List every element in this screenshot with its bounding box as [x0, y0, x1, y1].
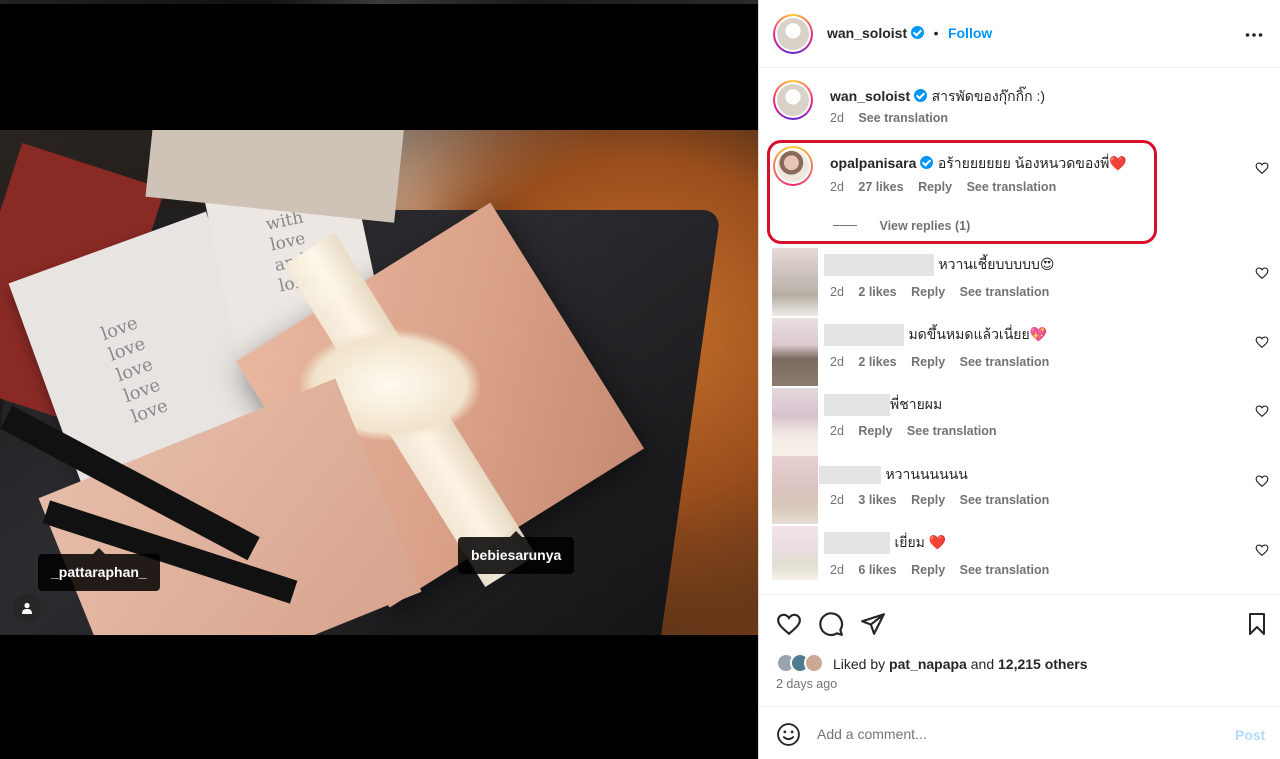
comment-time: 2d [830, 180, 844, 194]
follow-button[interactable]: Follow [948, 25, 992, 41]
like-comment-heart-icon[interactable] [1255, 161, 1269, 175]
comment-time: 2d [830, 424, 844, 438]
post-media: lovelovelovelovelove withloveandlong _pa… [0, 0, 758, 759]
reply-button[interactable]: Reply [911, 493, 945, 507]
blurred-avatar [772, 248, 818, 316]
view-replies-line [833, 225, 857, 227]
caption-time: 2d [830, 111, 844, 125]
top-image-strip [0, 0, 758, 4]
post-sidebar: wan_soloist • Follow wan_soloist สารพัดข… [758, 0, 1280, 759]
comment-text: มดขึ้นหมดแล้วเนี่ยย💖 [908, 326, 1048, 343]
comment-bubble-icon[interactable] [818, 611, 844, 637]
blurred-username [819, 465, 881, 484]
comment-time: 2d [830, 355, 844, 369]
comment-likes[interactable]: 2 likes [858, 355, 896, 369]
verified-badge-icon [920, 156, 934, 169]
post-comment-button[interactable]: Post [1235, 727, 1265, 743]
reply-button[interactable]: Reply [911, 563, 945, 577]
like-comment-heart-icon[interactable] [1255, 266, 1269, 280]
user-tag-label: bebiesarunya [471, 547, 562, 563]
view-replies-label: View replies (1) [879, 219, 971, 233]
blurred-avatar [772, 388, 818, 456]
like-comment-heart-icon[interactable] [1255, 404, 1269, 418]
comment-bar: Post [759, 706, 1280, 759]
share-send-icon[interactable] [860, 611, 886, 637]
comment-username[interactable]: opalpanisara [830, 155, 916, 171]
caption-text: สารพัดของกุ๊กกิ๊ก :) [931, 88, 1046, 104]
like-comment-heart-icon[interactable] [1255, 543, 1269, 557]
more-horizontal-icon[interactable] [1245, 26, 1263, 44]
emoji-icon[interactable] [776, 722, 801, 747]
comment-input[interactable] [817, 719, 1197, 749]
reply-button[interactable]: Reply [911, 285, 945, 299]
show-tags-button[interactable] [13, 594, 41, 622]
author-avatar[interactable] [773, 14, 813, 54]
post-header: wan_soloist • Follow [759, 0, 1280, 68]
user-tag-pattaraphan[interactable]: _pattaraphan_ [38, 548, 160, 591]
view-replies-button[interactable]: View replies (1) [833, 217, 970, 235]
comment-likes[interactable]: 27 likes [858, 180, 903, 194]
person-icon [22, 602, 32, 614]
see-translation-button[interactable]: See translation [960, 285, 1050, 299]
blurred-username [824, 254, 934, 276]
like-comment-heart-icon[interactable] [1255, 474, 1269, 488]
commenter-avatar[interactable] [773, 146, 813, 186]
like-heart-icon[interactable] [776, 611, 802, 637]
comment-text: หวานนนนนน [885, 466, 968, 482]
post-date[interactable]: 2 days ago [776, 677, 837, 691]
author-username[interactable]: wan_soloist [827, 25, 907, 41]
comment-time: 2d [830, 493, 844, 507]
comment-likes[interactable]: 6 likes [858, 563, 896, 577]
caption-username[interactable]: wan_soloist [830, 88, 910, 104]
verified-badge-icon [914, 89, 928, 102]
see-translation-button[interactable]: See translation [960, 563, 1050, 577]
liked-by-avatars[interactable] [776, 653, 832, 673]
blurred-username [824, 324, 904, 346]
user-tag-bebiesarunya[interactable]: bebiesarunya [458, 531, 575, 574]
reply-button[interactable]: Reply [918, 180, 952, 194]
see-translation-button[interactable]: See translation [967, 180, 1057, 194]
comment-likes[interactable]: 2 likes [858, 285, 896, 299]
comment-likes[interactable]: 3 likes [858, 493, 896, 507]
comment-time: 2d [830, 285, 844, 299]
comment-time: 2d [830, 563, 844, 577]
separator-dot: • [933, 25, 939, 41]
user-tag-label: _pattaraphan_ [51, 564, 147, 580]
caption-see-translation[interactable]: See translation [858, 111, 948, 125]
comment-text: อร้ายยยยยย น้องหนวดของพี่❤️ [937, 155, 1127, 171]
bookmark-icon[interactable] [1245, 611, 1269, 637]
liked-by-text: Liked by pat_napapa and 12,215 others [833, 656, 1088, 672]
see-translation-button[interactable]: See translation [907, 424, 997, 438]
blurred-avatar [772, 456, 818, 524]
liked-by-and: and [970, 656, 995, 672]
comment-text: เยี่ยม ❤️ [894, 534, 947, 551]
see-translation-button[interactable]: See translation [960, 493, 1050, 507]
top-paper [145, 130, 405, 223]
post-actions: Liked by pat_napapa and 12,215 others 2 … [759, 594, 1280, 706]
caption-avatar[interactable] [773, 80, 813, 120]
verified-badge-icon [911, 26, 925, 39]
like-comment-heart-icon[interactable] [1255, 335, 1269, 349]
blurred-username [824, 394, 890, 416]
blurred-avatar [772, 526, 818, 580]
reply-button[interactable]: Reply [911, 355, 945, 369]
see-translation-button[interactable]: See translation [960, 355, 1050, 369]
liked-by-prefix: Liked by [833, 656, 886, 672]
reply-button[interactable]: Reply [858, 424, 892, 438]
liked-by-others[interactable]: 12,215 others [998, 656, 1088, 672]
blurred-username [824, 532, 890, 554]
comment-text: พี่ชายผม [890, 396, 943, 413]
comment-text: หวานเชี้ยบบบบบ😍 [938, 256, 1055, 273]
blurred-avatar [772, 318, 818, 386]
liked-by-user[interactable]: pat_napapa [889, 656, 967, 672]
liker-avatar [804, 653, 824, 673]
